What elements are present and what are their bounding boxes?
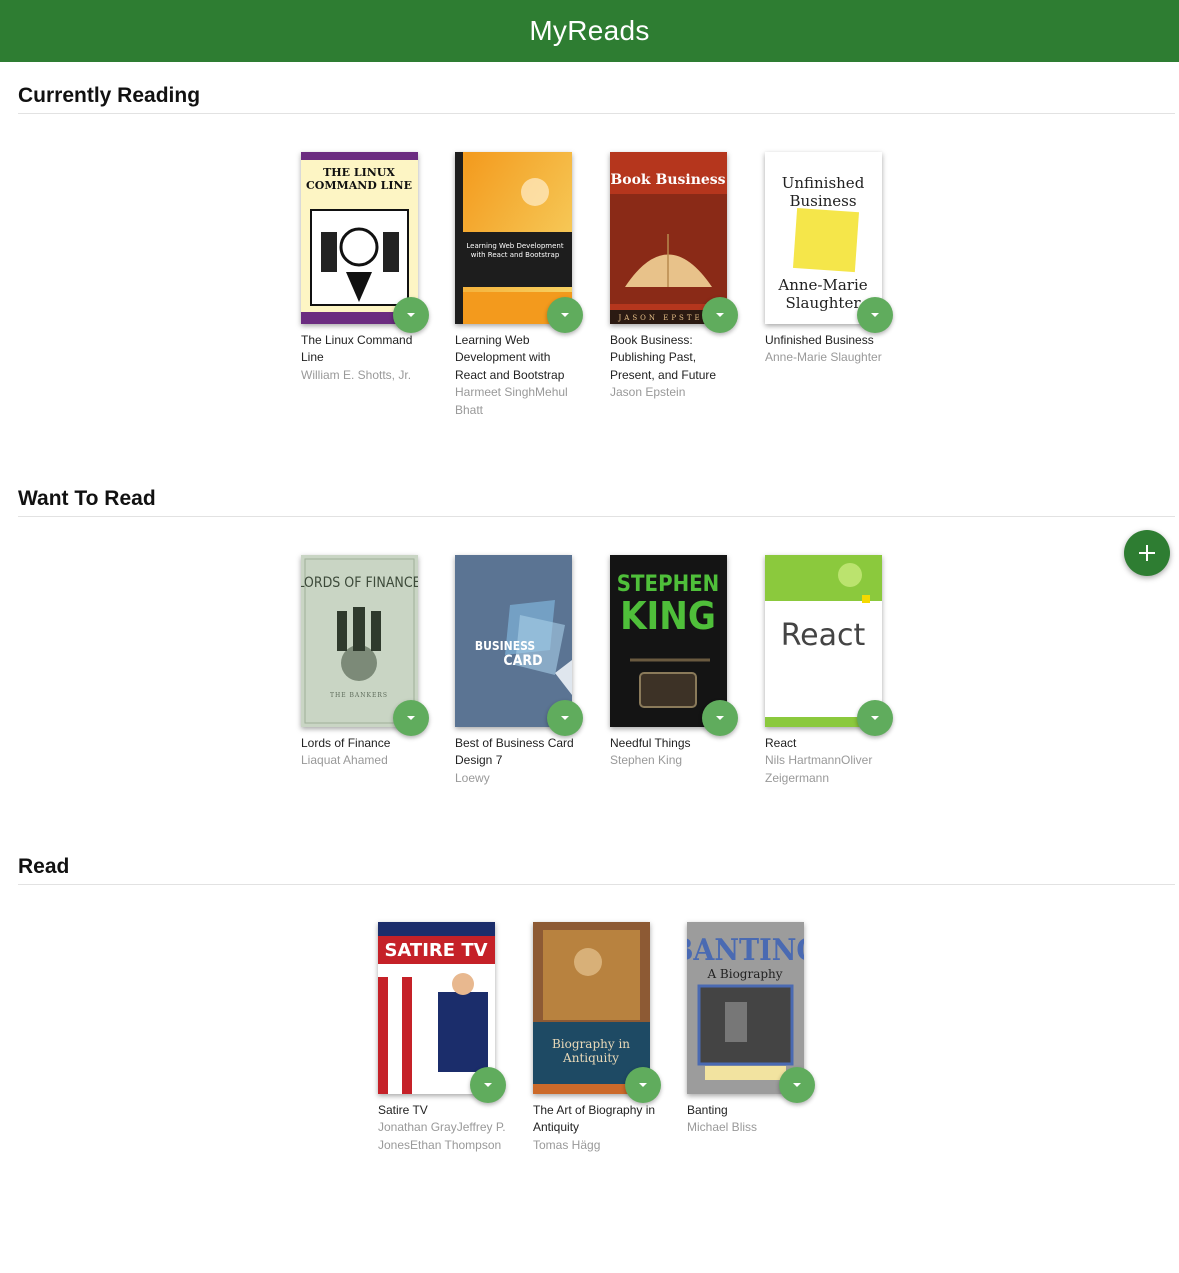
book-title: React Nils HartmannOliver Zeigermann bbox=[765, 735, 895, 787]
shelf-changer-button[interactable] bbox=[779, 1067, 815, 1103]
book-cover[interactable]: BUSINESS CARD bbox=[455, 555, 572, 727]
app-header: MyReads bbox=[0, 0, 1179, 62]
book-cover[interactable]: STEPHEN KING bbox=[610, 555, 727, 727]
svg-text:Business: Business bbox=[789, 192, 856, 210]
shelf-changer-button[interactable] bbox=[547, 700, 583, 736]
book-authors: Tomas Hägg bbox=[533, 1137, 601, 1152]
book-title: Unfinished Business Anne-Marie Slaughter bbox=[765, 332, 895, 367]
book-title: Best of Business Card Design 7 Loewy bbox=[455, 735, 585, 787]
svg-text:Unfinished: Unfinished bbox=[782, 174, 865, 192]
book-title: Banting Michael Bliss bbox=[687, 1102, 817, 1137]
app-title: MyReads bbox=[529, 15, 650, 46]
svg-text:SATIRE TV: SATIRE TV bbox=[384, 940, 487, 961]
chevron-down-icon bbox=[793, 1083, 801, 1087]
svg-text:Slaughter: Slaughter bbox=[785, 294, 861, 312]
chevron-down-icon bbox=[716, 313, 724, 317]
book-authors: Loewy bbox=[455, 770, 490, 785]
svg-text:Biography in: Biography in bbox=[552, 1037, 630, 1051]
chevron-down-icon bbox=[561, 716, 569, 720]
book-authors: Harmeet SinghMehul Bhatt bbox=[455, 385, 568, 417]
chevron-down-icon bbox=[871, 313, 879, 317]
shelf-title: Currently Reading bbox=[18, 80, 1175, 114]
shelf-changer-button[interactable] bbox=[702, 700, 738, 736]
book-title: Book Business: Publishing Past, Present,… bbox=[610, 332, 740, 402]
shelf-want-to-read: Want To Read LORDS OF FINANCE THE BANKER… bbox=[18, 483, 1175, 785]
chevron-down-icon bbox=[484, 1083, 492, 1087]
shelf-title: Read bbox=[18, 851, 1175, 885]
svg-text:THE BANKERS: THE BANKERS bbox=[330, 692, 388, 699]
chevron-down-icon bbox=[639, 1083, 647, 1087]
svg-text:THE LINUX: THE LINUX bbox=[323, 166, 395, 179]
book-cover[interactable]: THE LINUX COMMAND LINE bbox=[301, 152, 418, 324]
book-authors: Jason Epstein bbox=[610, 385, 686, 400]
shelf-changer-button[interactable] bbox=[470, 1067, 506, 1103]
book-title: Lords of Finance Liaquat Ahamed bbox=[301, 735, 431, 770]
book-authors: Jonathan GrayJeffrey P. JonesEthan Thomp… bbox=[378, 1120, 506, 1152]
chevron-down-icon bbox=[407, 716, 415, 720]
chevron-down-icon bbox=[561, 313, 569, 317]
book-cover[interactable]: React bbox=[765, 555, 882, 727]
svg-text:Antiquity: Antiquity bbox=[562, 1051, 619, 1065]
book-title: Learning Web Development with React and … bbox=[455, 332, 585, 419]
book-cover[interactable]: LORDS OF FINANCE THE BANKERS bbox=[301, 555, 418, 727]
chevron-down-icon bbox=[407, 313, 415, 317]
book-authors: Liaquat Ahamed bbox=[301, 753, 388, 768]
book-cover[interactable]: SATIRE TV bbox=[378, 922, 495, 1094]
add-book-button[interactable] bbox=[1124, 530, 1170, 576]
book-authors: Michael Bliss bbox=[687, 1120, 758, 1135]
svg-text:LORDS OF FINANCE: LORDS OF FINANCE bbox=[301, 575, 418, 591]
svg-text:CARD: CARD bbox=[503, 653, 542, 669]
book-cover[interactable]: Learning Web Development with React and … bbox=[455, 152, 572, 324]
book-title: The Art of Biography in Antiquity Tomas H… bbox=[533, 1102, 663, 1154]
book-cover[interactable]: Unfinished Business Anne-Marie Slaughter bbox=[765, 152, 882, 324]
svg-text:BUSINESS: BUSINESS bbox=[475, 639, 535, 653]
book-title: The Linux Command Line William E. Shotts,… bbox=[301, 332, 431, 384]
book-title: Satire TV Jonathan GrayJeffrey P. JonesEt… bbox=[378, 1102, 508, 1154]
shelf-changer-button[interactable] bbox=[547, 297, 583, 333]
shelf-currently-reading: Currently Reading THE LINUX COMMAND LINE bbox=[18, 80, 1175, 417]
svg-text:A Biography: A Biography bbox=[706, 967, 782, 981]
book-authors: Stephen King bbox=[610, 753, 683, 768]
shelf-changer-button[interactable] bbox=[857, 700, 893, 736]
svg-text:React: React bbox=[781, 618, 866, 653]
svg-text:KING: KING bbox=[620, 594, 716, 638]
svg-text:with React and Bootstrap: with React and Bootstrap bbox=[471, 251, 560, 259]
book-title: Needful Things Stephen King bbox=[610, 735, 740, 770]
chevron-down-icon bbox=[716, 716, 724, 720]
shelf-title: Want To Read bbox=[18, 483, 1175, 517]
svg-text:Anne-Marie: Anne-Marie bbox=[777, 276, 867, 294]
book-authors: Nils HartmannOliver Zeigermann bbox=[765, 753, 873, 785]
book-authors: Anne-Marie Slaughter bbox=[765, 350, 882, 365]
book-authors: William E. Shotts, Jr. bbox=[301, 367, 412, 382]
book-cover[interactable]: Biography in Antiquity bbox=[533, 922, 650, 1094]
shelf-changer-button[interactable] bbox=[625, 1067, 661, 1103]
book-cover[interactable]: BANTING A Biography bbox=[687, 922, 804, 1094]
shelf-changer-button[interactable] bbox=[857, 297, 893, 333]
shelf-changer-button[interactable] bbox=[393, 297, 429, 333]
svg-text:BANTING: BANTING bbox=[687, 933, 804, 968]
shelf-changer-button[interactable] bbox=[702, 297, 738, 333]
book-cover[interactable]: Book Business JASON EPSTEIN bbox=[610, 152, 727, 324]
plus-icon bbox=[1139, 545, 1155, 561]
shelf-changer-button[interactable] bbox=[393, 700, 429, 736]
svg-text:COMMAND LINE: COMMAND LINE bbox=[306, 179, 412, 192]
shelf-read: Read SATIRE TV Satire TV Jonathan GrayJef… bbox=[18, 851, 1175, 1152]
svg-text:Book Business: Book Business bbox=[610, 172, 725, 188]
svg-text:Learning Web Development: Learning Web Development bbox=[466, 242, 563, 250]
chevron-down-icon bbox=[871, 716, 879, 720]
